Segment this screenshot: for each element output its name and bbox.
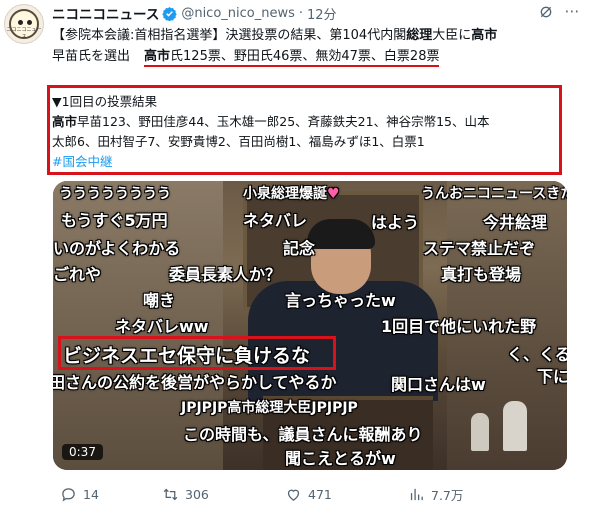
comment: うんおニコニュースきた [421, 186, 567, 202]
like-icon [287, 489, 300, 501]
post-text-line-2: 早苗氏を選出 高市氏125票、野田氏46票、無効47票、白票28票 [52, 46, 572, 67]
comment: 委員長素人か？ [169, 265, 282, 284]
views-icon [410, 488, 423, 500]
video-lamp-small [471, 413, 489, 451]
post-text: 【参院本会議:首相指名選挙】決選投票の結果、第104代内閣総理大臣に高市 早苗氏… [52, 25, 572, 67]
video-speaker-hair [307, 219, 375, 249]
account-handle[interactable]: @nico_nico_news [181, 6, 295, 21]
views-button[interactable]: 7.7万 [408, 485, 463, 504]
comment: 小泉総理爆誕♥ [243, 183, 340, 203]
first-round-results: ▼1回目の投票結果 高市早苗123、野田佳彦44、玉木雄一郎25、斉藤鉄夫21、… [52, 92, 560, 172]
avatar-eye-right [27, 20, 32, 25]
video-lamp [503, 401, 527, 451]
comment: ステマ禁止だぞ [423, 239, 536, 258]
comment: うううううううう [59, 186, 171, 202]
separator-dot: · [298, 5, 304, 21]
avatar-caption: ニコニコニュース [6, 27, 42, 40]
video-player[interactable]: うううううううう 小泉総理爆誕♥ うんおニコニュースきた もうすぐ5万円 ネタバ… [53, 181, 567, 470]
post-header: ニコニコニュース @nico_nico_news · 12分 [52, 3, 337, 24]
result-line-2: 太郎6、田村智子7、安野貴博2、百田尚樹1、福島みずほ1、白票1 [52, 134, 425, 149]
heart-icon: ♥ [327, 186, 340, 202]
comment: JPJPJP高市総理大臣JPJPJP [181, 400, 358, 416]
reply-button[interactable]: 14 [60, 486, 99, 503]
repost-button[interactable]: 306 [162, 486, 209, 503]
comment: もうすぐ5万円 [61, 211, 168, 230]
reply-count: 14 [83, 486, 99, 502]
comment: ネタバレ [243, 211, 308, 230]
like-count: 471 [308, 486, 332, 502]
comment: く、くる [507, 345, 567, 364]
reply-icon [62, 487, 75, 501]
comment-text: 小泉総理爆誕 [243, 186, 327, 202]
comment: ごれや [53, 265, 102, 284]
comment: ネタバレww [115, 317, 209, 336]
post-text-line-2-prefix: 早苗氏を選出 [52, 49, 131, 64]
comment: 1回目で他にいれた野 [381, 317, 537, 336]
like-button[interactable]: 471 [285, 486, 332, 503]
comment: はよう [371, 213, 420, 232]
comment: 言っちゃったw [285, 291, 396, 310]
hashtag-link[interactable]: #国会中継 [52, 152, 560, 172]
comment: 嘲き [143, 291, 176, 310]
action-bar: 14 306 471 7.7万 [52, 484, 572, 504]
grok-icon[interactable] [538, 4, 554, 20]
video-duration: 0:37 [62, 444, 103, 460]
post-time[interactable]: 12分 [307, 4, 337, 23]
final-vote-result: 高市氏125票、野田氏46票、無効47票、白票28票 [144, 49, 440, 67]
verified-badge-icon [162, 6, 178, 21]
comment: 関口さんはw [391, 375, 486, 394]
comment: 聞こえとるがw [285, 449, 396, 468]
comment: 下に [537, 367, 567, 386]
comment: 今井絵理 [483, 213, 548, 232]
comment: 田さんの公約を後営がやらかしてやるか [53, 373, 337, 392]
post-text-line-1: 【参院本会議:首相指名選挙】決選投票の結果、第104代内閣総理大臣に高市 [52, 28, 498, 43]
view-count: 7.7万 [431, 487, 464, 503]
repost-count: 306 [185, 486, 209, 502]
more-icon[interactable]: ⋯ [562, 4, 582, 20]
repost-icon [163, 488, 178, 500]
avatar[interactable]: ニコニコニュース [4, 4, 44, 44]
result-heading: ▼1回目の投票結果 [52, 94, 158, 109]
comment: 記念 [283, 239, 316, 258]
avatar-eye-left [18, 20, 23, 25]
highlight-box-comment [58, 336, 336, 370]
account-name[interactable]: ニコニコニュース [52, 3, 159, 23]
comment: 真打も登場 [441, 265, 522, 284]
comment: この時間も、議員さんに報酬あり [183, 425, 423, 444]
result-line-1: 高市早苗123、野田佳彦44、玉木雄一郎25、斉藤鉄夫21、神谷宗幣15、山本 [52, 114, 490, 129]
comment: いのがよくわかる [53, 239, 181, 258]
